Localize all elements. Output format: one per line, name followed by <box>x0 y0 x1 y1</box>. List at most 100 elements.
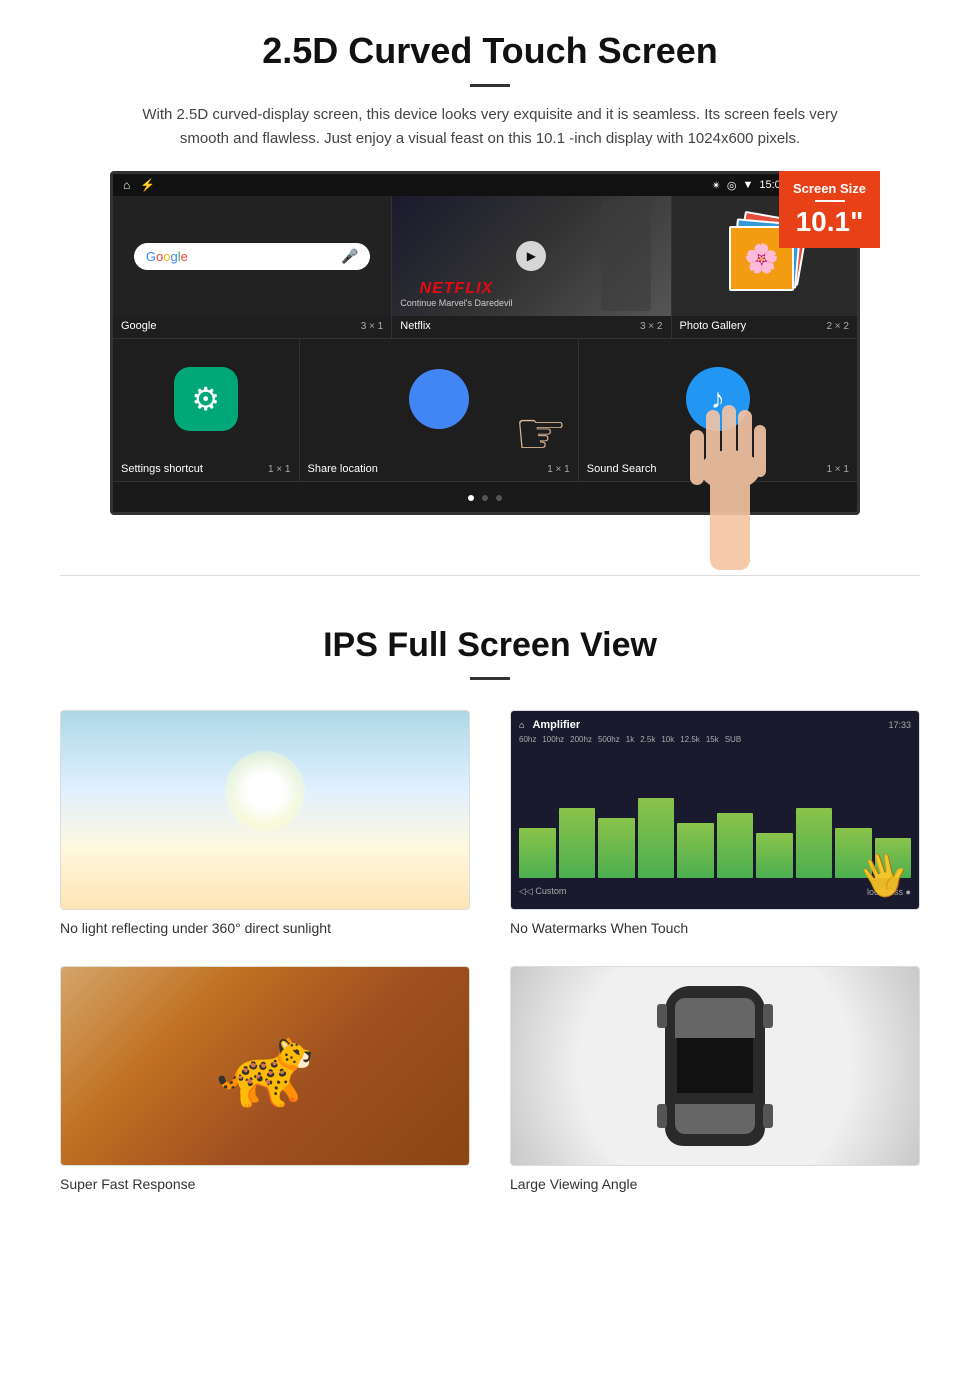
badge-size: 10.1" <box>793 206 866 238</box>
car-wheel-fr <box>763 1004 773 1028</box>
eq-bar-7 <box>756 833 793 878</box>
amplifier-caption: No Watermarks When Touch <box>510 920 920 936</box>
car-visual <box>511 967 919 1165</box>
share-app-size: 1 × 1 <box>547 464 570 475</box>
section1: 2.5D Curved Touch Screen With 2.5D curve… <box>0 0 980 535</box>
car-wheel-rr <box>763 1104 773 1128</box>
page-dot-2[interactable] <box>482 495 488 501</box>
amp-time: 17:33 <box>888 720 911 730</box>
hand-pointer: ☞ <box>514 399 568 459</box>
sound-icon: ♪ <box>686 367 750 431</box>
android-screen: ⌂ ⚡ ✴ ◎ ▼ 15:06 ⊟ ◁ ⊠ ⊡ <box>110 171 860 515</box>
gallery-app-name: Photo Gallery <box>680 320 747 332</box>
cheetah-caption: Super Fast Response <box>60 1176 470 1192</box>
section2-title: IPS Full Screen View <box>60 626 920 665</box>
section2: IPS Full Screen View No light reflecting… <box>0 616 980 1232</box>
sound-label: Sound Search 1 × 1 <box>579 459 857 481</box>
section1-title: 2.5D Curved Touch Screen <box>60 30 920 72</box>
car-roof <box>677 1038 753 1093</box>
share-thumbnail: G ☞ <box>300 339 578 459</box>
google-logo: Google <box>146 249 188 264</box>
page-dot-3[interactable] <box>496 495 502 501</box>
amp-labels: 60hz100hz200hz500hz1k2.5k10k12.5k15kSUB <box>519 735 911 744</box>
amplifier-visual: ⌂ Amplifier 17:33 60hz100hz200hz500hz1k2… <box>511 711 919 909</box>
cheetah-icon: 🐆 <box>215 1019 315 1113</box>
sound-app-name: Sound Search <box>587 463 657 475</box>
badge-label: Screen Size <box>793 181 866 196</box>
device-container: Screen Size 10.1" ⌂ ⚡ ✴ ◎ ▼ 15:06 <box>110 171 870 515</box>
netflix-logo: NETFLIX <box>400 280 512 298</box>
screen-size-badge: Screen Size 10.1" <box>779 171 880 248</box>
amp-home-icon: ⌂ <box>519 720 524 730</box>
car-top-view <box>665 986 765 1146</box>
app-cell-sound[interactable]: ♪ Sound Search 1 × 1 <box>579 339 857 481</box>
settings-app-size: 1 × 1 <box>268 464 291 475</box>
flower-icon: 🌸 <box>744 242 779 275</box>
cheetah-image: 🐆 <box>60 966 470 1166</box>
eq-bar-3 <box>598 818 635 878</box>
netflix-thumbnail: ▶ NETFLIX Continue Marvel's Daredevil <box>392 196 670 316</box>
app-cell-share-location[interactable]: G ☞ Share location 1 × 1 <box>300 339 579 481</box>
share-app-name: Share location <box>308 463 378 475</box>
app-row-1: Google 🎤 Google 3 × 1 <box>113 196 857 339</box>
gallery-label: Photo Gallery 2 × 2 <box>672 316 858 338</box>
google-app-size: 3 × 1 <box>361 321 384 332</box>
section1-underline <box>470 84 510 87</box>
feature-sunlight: No light reflecting under 360° direct su… <box>60 710 470 936</box>
amp-header: ⌂ Amplifier 17:33 <box>519 719 911 731</box>
eq-bar-5 <box>677 823 714 878</box>
amp-footer: ◁◁ Custom loudness ● <box>519 882 911 901</box>
car-caption: Large Viewing Angle <box>510 1176 920 1192</box>
sunlight-caption: No light reflecting under 360° direct su… <box>60 920 470 936</box>
bluetooth-icon: ✴ <box>712 179 721 192</box>
sound-app-size: 1 × 1 <box>826 464 849 475</box>
car-image <box>510 966 920 1166</box>
person-silhouette <box>601 201 651 311</box>
app-cell-settings[interactable]: ⚙ Settings shortcut 1 × 1 <box>113 339 300 481</box>
netflix-subtitle: Continue Marvel's Daredevil <box>400 298 512 308</box>
status-bar: ⌂ ⚡ ✴ ◎ ▼ 15:06 ⊟ ◁ ⊠ ⊡ <box>113 174 857 196</box>
location-icon: ◎ <box>727 179 737 192</box>
page-dot-1[interactable] <box>468 495 474 501</box>
netflix-app-size: 3 × 2 <box>640 321 663 332</box>
sun-burst <box>225 751 305 831</box>
amplifier-image: ⌂ Amplifier 17:33 60hz100hz200hz500hz1k2… <box>510 710 920 910</box>
car-windshield <box>675 998 755 1038</box>
maps-g: G <box>427 382 450 416</box>
cheetah-visual: 🐆 <box>61 967 469 1165</box>
amp-title: Amplifier <box>532 719 580 731</box>
settings-thumbnail: ⚙ <box>113 339 299 459</box>
google-label: Google 3 × 1 <box>113 316 391 338</box>
status-left: ⌂ ⚡ <box>123 178 155 192</box>
netflix-overlay: NETFLIX Continue Marvel's Daredevil <box>400 280 512 308</box>
wifi-icon: ▼ <box>742 179 753 191</box>
section-divider <box>60 575 920 576</box>
app-row-2: ⚙ Settings shortcut 1 × 1 G <box>113 339 857 482</box>
eq-bar-8 <box>796 808 833 878</box>
eq-bar-1 <box>519 828 556 878</box>
features-grid: No light reflecting under 360° direct su… <box>60 710 920 1192</box>
eq-bar-4 <box>638 798 675 878</box>
sunlight-visual <box>61 711 469 909</box>
section1-description: With 2.5D curved-display screen, this de… <box>140 103 840 151</box>
settings-app-name: Settings shortcut <box>121 463 203 475</box>
pagination <box>113 482 857 512</box>
app-cell-google[interactable]: Google 🎤 Google 3 × 1 <box>113 196 392 338</box>
netflix-label: Netflix 3 × 2 <box>392 316 670 338</box>
mic-icon: 🎤 <box>341 248 358 265</box>
settings-label: Settings shortcut 1 × 1 <box>113 459 299 481</box>
amp-custom-btn[interactable]: ◁◁ Custom <box>519 886 566 897</box>
sunlight-image <box>60 710 470 910</box>
gallery-app-size: 2 × 2 <box>826 321 849 332</box>
sound-thumbnail: ♪ <box>579 339 857 459</box>
netflix-app-name: Netflix <box>400 320 431 332</box>
maps-icon: G <box>409 369 469 429</box>
google-app-name: Google <box>121 320 156 332</box>
share-label: Share location 1 × 1 <box>300 459 578 481</box>
google-search-bar[interactable]: Google 🎤 <box>134 243 371 270</box>
settings-icon: ⚙ <box>174 367 238 431</box>
feature-cheetah: 🐆 Super Fast Response <box>60 966 470 1192</box>
car-rear-window <box>675 1104 755 1134</box>
app-cell-netflix[interactable]: ▶ NETFLIX Continue Marvel's Daredevil Ne… <box>392 196 671 338</box>
home-icon[interactable]: ⌂ <box>123 178 130 192</box>
